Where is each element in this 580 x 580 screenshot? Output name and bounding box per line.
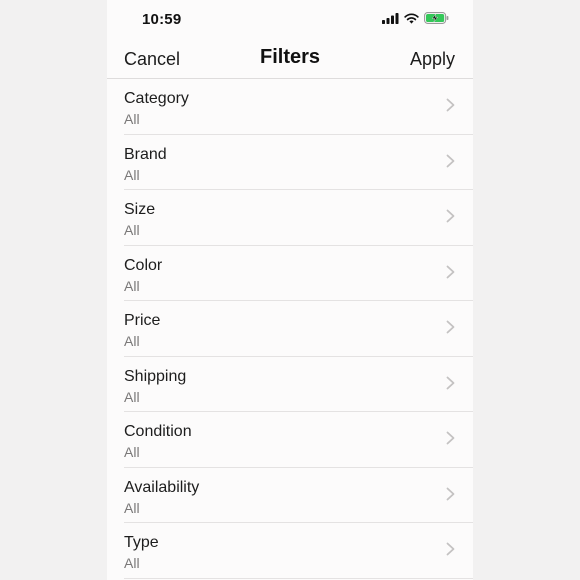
filter-value: All (124, 333, 140, 349)
filter-value: All (124, 111, 140, 127)
phone-screen: 10:59 Cancel Filters Apply Category All … (107, 0, 473, 580)
apply-button[interactable]: Apply (410, 49, 455, 70)
cancel-button[interactable]: Cancel (124, 49, 180, 70)
filter-label: Condition (124, 423, 192, 440)
filter-label: Color (124, 256, 163, 274)
battery-charging-icon (424, 11, 449, 29)
chevron-right-icon (446, 487, 455, 500)
filter-value: All (124, 166, 140, 183)
status-bar: 10:59 (107, 0, 473, 40)
filter-value: All (124, 222, 140, 238)
chevron-right-icon (446, 209, 455, 223)
filter-value: All (124, 499, 140, 516)
chevron-right-icon (446, 376, 455, 389)
filter-row-category[interactable]: Category All (124, 79, 473, 135)
filter-value: All (124, 388, 140, 405)
chevron-right-icon (446, 542, 455, 556)
chevron-right-icon (446, 98, 455, 112)
filter-row-type[interactable]: Type All (124, 523, 473, 579)
filter-row-color[interactable]: Color All (124, 246, 473, 301)
filter-row-brand[interactable]: Brand All (124, 135, 473, 190)
filter-label: Size (124, 201, 156, 218)
filter-row-size[interactable]: Size All (124, 190, 473, 246)
status-time: 10:59 (142, 11, 182, 28)
chevron-right-icon (446, 431, 455, 445)
filter-label: Availability (124, 478, 200, 496)
chevron-right-icon (446, 154, 455, 167)
filter-label: Shipping (124, 367, 187, 385)
filter-label: Category (124, 90, 189, 107)
filter-label: Brand (124, 145, 167, 163)
filter-value: All (124, 555, 140, 571)
filter-row-availability[interactable]: Availability All (124, 468, 473, 523)
filter-value: All (124, 444, 140, 460)
filter-row-shipping[interactable]: Shipping All (124, 357, 473, 412)
filter-row-price[interactable]: Price All (124, 301, 473, 357)
filter-row-condition[interactable]: Condition All (124, 412, 473, 468)
chevron-right-icon (446, 320, 455, 334)
filter-label: Type (124, 534, 159, 551)
wifi-icon (404, 11, 419, 29)
filter-label: Price (124, 312, 161, 329)
filter-list: Category All Brand All Size All Color Al… (107, 79, 473, 579)
status-icons (382, 11, 449, 29)
cellular-signal-icon (382, 11, 399, 29)
nav-bar: Cancel Filters Apply (107, 40, 473, 79)
chevron-right-icon (446, 265, 455, 278)
filter-value: All (124, 277, 140, 294)
